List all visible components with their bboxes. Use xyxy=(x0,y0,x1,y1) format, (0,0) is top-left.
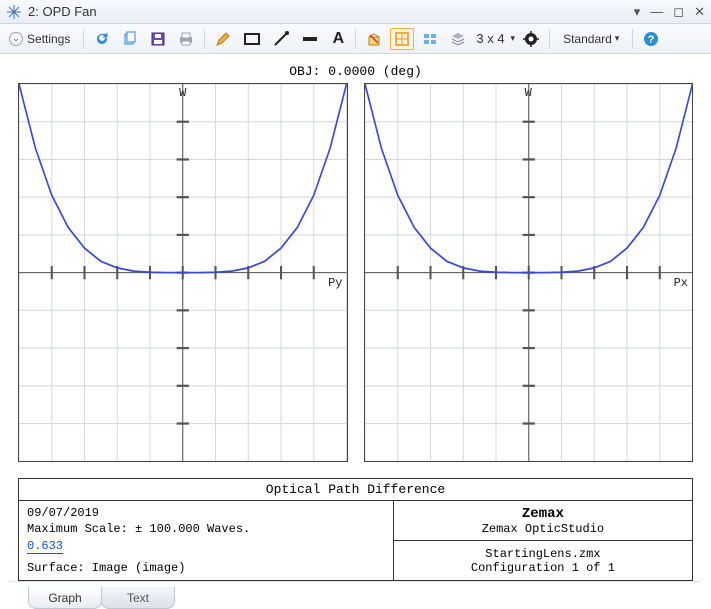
grid-size-label[interactable]: 3 x 4 xyxy=(474,31,506,46)
refresh-button[interactable] xyxy=(90,28,114,50)
right-gutter xyxy=(703,54,711,609)
standard-dropdown[interactable]: Standard ▾ xyxy=(556,28,626,50)
copy-button[interactable] xyxy=(118,28,142,50)
window-title: 2: OPD Fan xyxy=(28,4,634,19)
wavelength-link[interactable]: 0.633 xyxy=(27,539,63,554)
bottom-tabs: Graph Text xyxy=(10,581,701,609)
settings-button[interactable]: ⌄ Settings xyxy=(6,28,77,50)
toolbar-separator xyxy=(83,29,84,49)
tab-text-label: Text xyxy=(127,591,149,605)
tab-text[interactable]: Text xyxy=(101,587,175,609)
plot-px[interactable]: W Px xyxy=(364,83,694,462)
lock-aspect-button[interactable] xyxy=(390,28,414,50)
tab-graph-label: Graph xyxy=(48,591,81,605)
settings-label: Settings xyxy=(27,32,70,46)
plot-px-xlabel: Px xyxy=(674,276,688,290)
toolbar-separator xyxy=(632,29,633,49)
line-tool-button[interactable] xyxy=(269,28,293,50)
close-button[interactable]: ✕ xyxy=(694,4,705,20)
thickness-button[interactable] xyxy=(297,28,323,50)
info-date: 09/07/2019 xyxy=(27,505,385,521)
toolbar-separator xyxy=(549,29,550,49)
product-name: Zemax OpticStudio xyxy=(482,522,604,536)
standard-label: Standard xyxy=(563,32,612,46)
save-button[interactable] xyxy=(146,28,170,50)
plot-py-svg xyxy=(19,84,347,461)
svg-text:?: ? xyxy=(648,34,655,46)
window-titlebar: 2: OPD Fan ▾ — ◻ ✕ xyxy=(0,0,711,24)
content-area: OBJ: 0.0000 (deg) W Py W Px Optical Path… xyxy=(0,54,711,609)
plots-row: W Py W Px xyxy=(10,83,701,478)
info-panel: Optical Path Difference 09/07/2019 Maxim… xyxy=(18,478,693,581)
chevron-down-icon: ⌄ xyxy=(9,32,23,46)
info-file-box: StartingLens.zmx Configuration 1 of 1 xyxy=(394,540,692,580)
toolbar-separator xyxy=(204,29,205,49)
plot-py-ylabel: W xyxy=(179,86,186,100)
info-surface: Surface: Image (image) xyxy=(27,560,385,576)
info-left-column: 09/07/2019 Maximum Scale: ± 100.000 Wave… xyxy=(19,501,394,580)
help-button[interactable]: ? xyxy=(639,28,663,50)
minimize-button[interactable]: — xyxy=(650,4,663,20)
plot-py[interactable]: W Py xyxy=(18,83,348,462)
delete-annotation-button[interactable] xyxy=(362,28,386,50)
toolbar: ⌄ Settings A xyxy=(0,24,711,54)
maximize-button[interactable]: ◻ xyxy=(673,4,684,20)
info-brand-box: Zemax Zemax OpticStudio xyxy=(394,501,692,540)
plot-py-xlabel: Py xyxy=(328,276,342,290)
info-title: Optical Path Difference xyxy=(19,479,692,501)
print-button[interactable] xyxy=(174,28,198,50)
info-scale: Maximum Scale: ± 100.000 Waves. xyxy=(27,521,385,537)
toolbar-separator xyxy=(355,29,356,49)
field-header: OBJ: 0.0000 (deg) xyxy=(10,62,701,83)
rectangle-tool-button[interactable] xyxy=(239,28,265,50)
chevron-down-icon: ▾ xyxy=(615,33,620,44)
target-button[interactable] xyxy=(519,28,543,50)
pencil-button[interactable] xyxy=(211,28,235,50)
configurations-button[interactable] xyxy=(418,28,442,50)
config-label: Configuration 1 of 1 xyxy=(471,561,615,575)
layers-button[interactable] xyxy=(446,28,470,50)
plot-px-ylabel: W xyxy=(525,86,532,100)
text-tool-button[interactable]: A xyxy=(327,28,349,50)
file-name: StartingLens.zmx xyxy=(485,547,600,561)
text-a-icon: A xyxy=(333,31,345,47)
app-icon xyxy=(6,4,22,20)
brand-title: Zemax xyxy=(522,506,564,522)
plot-px-svg xyxy=(365,84,693,461)
dropdown-icon[interactable]: ▾ xyxy=(634,4,641,20)
tab-graph[interactable]: Graph xyxy=(28,587,102,609)
grid-dropdown-icon[interactable]: ▾ xyxy=(511,33,516,44)
